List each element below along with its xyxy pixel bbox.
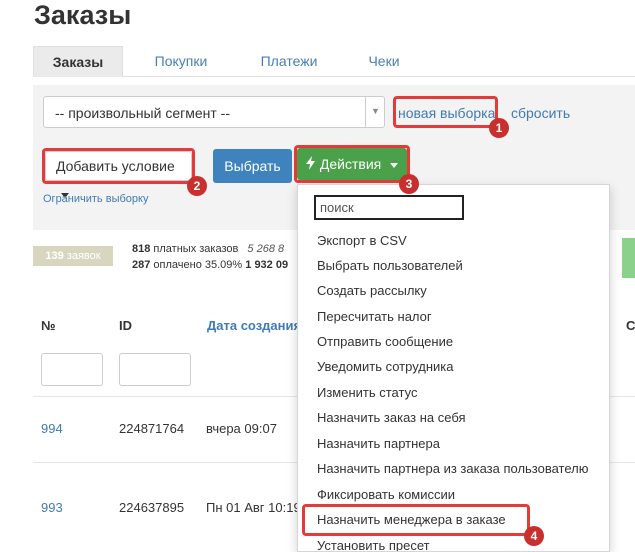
actions-dropdown-menu: Экспорт в CSV Выбрать пользователей Созд… [297,184,610,552]
orders-word: заявок [66,250,101,262]
menu-item-send-message[interactable]: Отправить сообщение [317,334,453,349]
row-number-link[interactable]: 993 [41,500,63,515]
callout-badge-1: 1 [489,118,509,138]
paid-orders-stat: 818 платных заказов 5 268 8 [132,243,284,255]
menu-item-recalculate-tax[interactable]: Пересчитать налог [317,309,432,324]
menu-item-notify-employee[interactable]: Уведомить сотрудника [317,359,454,374]
paid-count: 287 [132,259,151,271]
limit-selection-link[interactable]: Ограничить выборку [43,193,148,205]
status-strip [622,238,635,278]
tab-payments[interactable]: Платежи [250,46,328,76]
menu-item-select-users[interactable]: Выбрать пользователей [317,258,463,273]
menu-item-assign-partner-from-order[interactable]: Назначить партнера из заказа пользовател… [317,461,589,476]
menu-item-change-status[interactable]: Изменить статус [317,385,417,400]
tab-receipts[interactable]: Чеки [356,46,412,76]
row-id: 224637895 [119,500,185,515]
tabs-bar [33,46,635,77]
paid-stat: 287 оплачено 35.09% 1 932 09 [132,259,288,271]
menu-search-input[interactable] [314,195,464,220]
highlight-assign-manager [302,504,530,536]
page-title: Заказы [34,0,132,30]
paid-orders-sum: 5 268 8 [247,243,285,255]
highlight-add-condition [42,148,195,184]
orders-count-badge: 139 заявок [33,246,113,266]
paid-label: оплачено 35.09% [153,259,243,271]
callout-badge-2: 2 [187,176,207,196]
id-filter-input[interactable] [119,353,191,386]
segment-select-value: -- произвольный сегмент -- [55,105,230,121]
paid-orders-count: 818 [132,243,151,255]
callout-badge-3: 3 [399,174,419,194]
menu-item-export-csv[interactable]: Экспорт в CSV [317,233,407,248]
paid-sum: 1 932 09 [245,259,289,271]
column-extra: С [626,318,635,333]
menu-item-set-preset[interactable]: Установить пресет [317,538,430,551]
select-button[interactable]: Выбрать [213,149,292,183]
chevron-down-icon[interactable]: ▼ [365,96,385,128]
highlight-new-selection [393,96,498,128]
row-date: вчера 09:07 [206,421,277,436]
column-created-date[interactable]: Дата создания [207,318,301,333]
menu-item-assign-to-self[interactable]: Назначить заказ на себя [317,410,466,425]
column-number: № [41,318,56,333]
menu-item-fix-commissions[interactable]: Фиксировать комиссии [317,487,455,502]
tab-orders[interactable]: Заказы [33,46,123,77]
reset-link[interactable]: сбросить [511,105,570,121]
row-id: 224871764 [119,421,185,436]
callout-badge-4: 4 [524,526,544,546]
row-date: Пн 01 Авг 10:19 [206,500,301,515]
tab-purchases[interactable]: Покупки [142,46,220,76]
highlight-actions [294,145,410,183]
row-number-link[interactable]: 994 [41,421,63,436]
number-filter-input[interactable] [41,353,103,386]
menu-item-assign-partner[interactable]: Назначить партнера [317,436,440,451]
column-id: ID [119,318,132,333]
paid-orders-label: платных заказов [153,243,239,255]
orders-count: 139 [45,250,64,262]
menu-item-create-mailing[interactable]: Создать рассылку [317,283,427,298]
